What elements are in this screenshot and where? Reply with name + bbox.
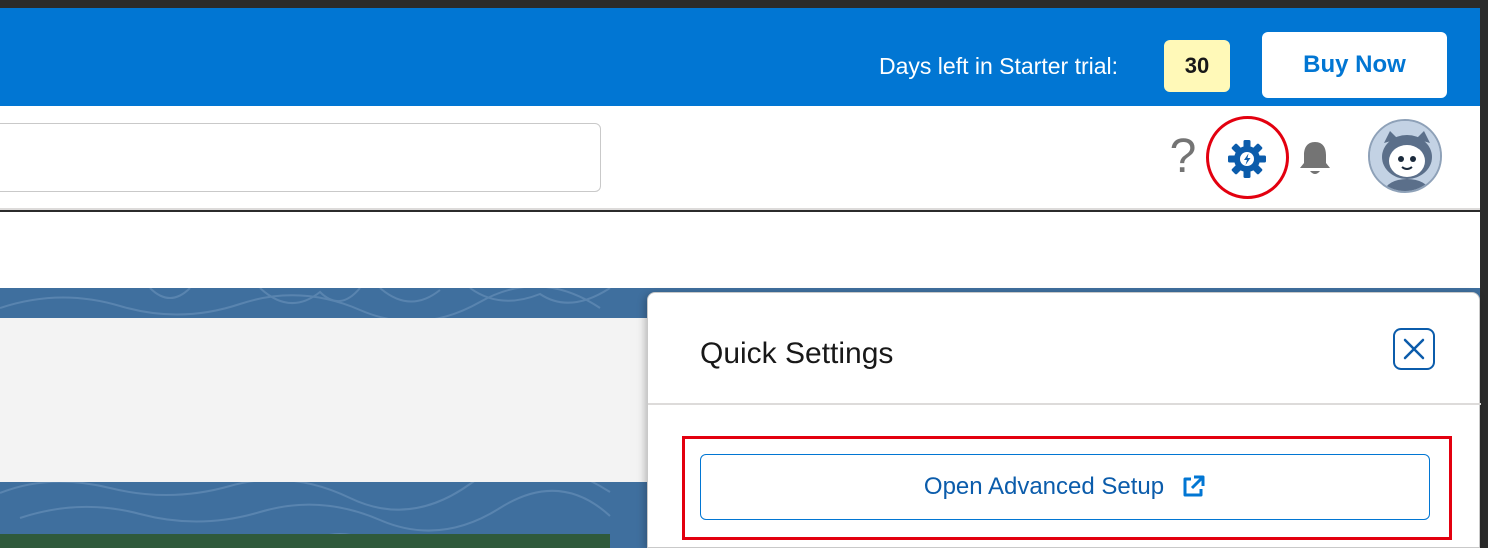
trial-days-badge: 30 xyxy=(1164,40,1230,92)
global-header: ? xyxy=(0,106,1480,210)
trial-days-label: Days left in Starter trial: xyxy=(879,53,1119,79)
illustration-strip xyxy=(0,534,610,548)
window-frame-right xyxy=(1480,0,1488,548)
quick-settings-title: Quick Settings xyxy=(700,337,894,370)
astro-avatar-icon xyxy=(1370,121,1440,191)
bell-icon[interactable] xyxy=(1293,136,1337,180)
quick-settings-divider xyxy=(648,403,1481,405)
open-advanced-setup-button[interactable]: Open Advanced Setup xyxy=(700,454,1430,520)
window-frame-top xyxy=(0,0,1488,8)
avatar[interactable] xyxy=(1368,119,1442,193)
app-navigation-bar xyxy=(0,212,1480,288)
gear-icon[interactable] xyxy=(1226,138,1268,180)
close-icon xyxy=(1403,338,1425,360)
buy-now-button[interactable]: Buy Now xyxy=(1262,32,1447,98)
external-link-icon xyxy=(1183,475,1205,497)
close-button[interactable] xyxy=(1393,328,1435,370)
quick-settings-panel: Quick Settings Open Advanced Setup xyxy=(647,292,1481,548)
global-search-input[interactable] xyxy=(0,123,601,192)
content-card xyxy=(0,318,650,482)
trial-banner: Days left in Starter trial: 30 Buy Now xyxy=(0,8,1480,106)
help-icon[interactable]: ? xyxy=(1166,132,1200,182)
open-advanced-setup-label: Open Advanced Setup xyxy=(923,473,1165,500)
